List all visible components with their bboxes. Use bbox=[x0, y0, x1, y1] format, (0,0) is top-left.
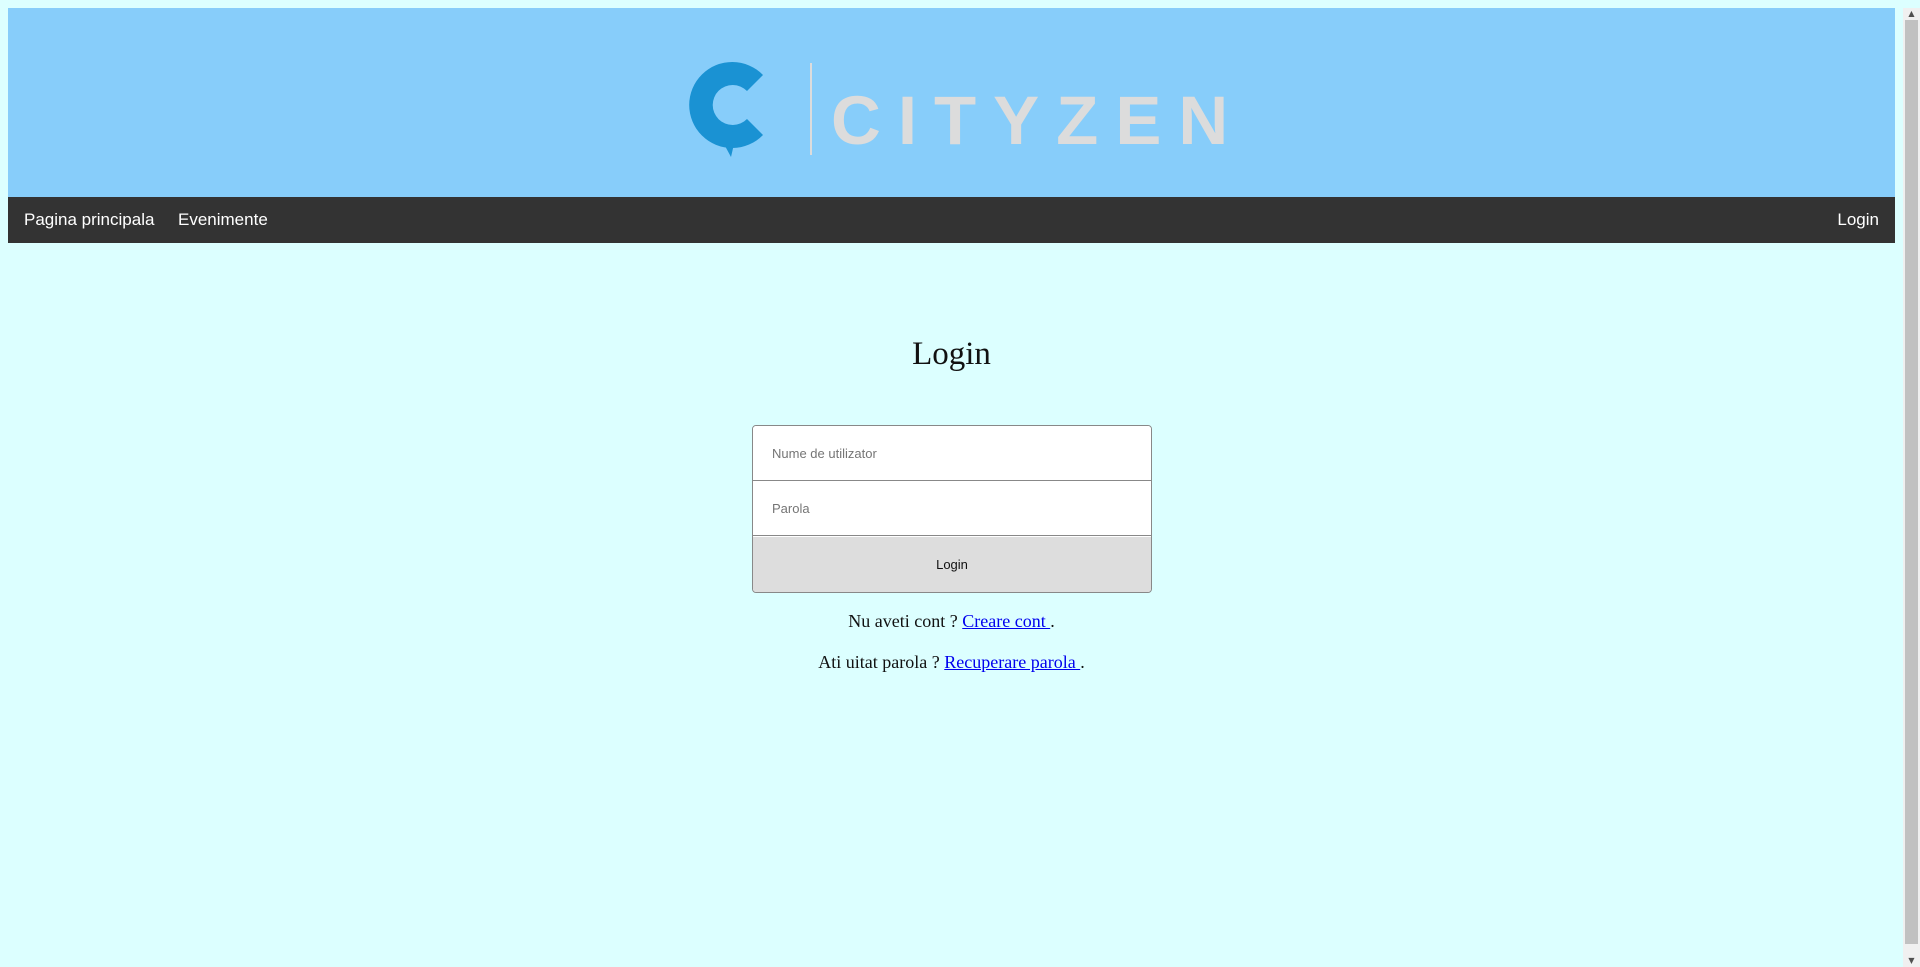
page-title: Login bbox=[912, 336, 991, 372]
top-navbar: Pagina principala Evenimente Login bbox=[8, 197, 1895, 243]
username-input[interactable] bbox=[753, 426, 1151, 481]
nav-home-link[interactable]: Pagina principala bbox=[24, 197, 154, 243]
no-account-text: Nu aveti cont ? bbox=[848, 611, 963, 631]
forgot-password-text: Ati uitat parola ? bbox=[818, 652, 945, 672]
logo-wordmark: CITYZEN bbox=[831, 82, 1243, 159]
scroll-down-icon[interactable]: ▼ bbox=[1903, 955, 1920, 967]
cityzen-logo[interactable]: CITYZEN bbox=[673, 53, 1243, 163]
nav-events-link[interactable]: Evenimente bbox=[178, 197, 268, 243]
period: . bbox=[1050, 611, 1055, 631]
recover-password-link[interactable]: Recuperare parola bbox=[944, 652, 1080, 672]
create-account-prompt: Nu aveti cont ? Creare cont . bbox=[0, 611, 1903, 632]
logo-divider bbox=[810, 63, 812, 155]
create-account-link[interactable]: Creare cont bbox=[962, 611, 1050, 631]
page: CITYZEN Pagina principala Evenimente Log… bbox=[0, 0, 1920, 967]
nav-login-link[interactable]: Login bbox=[1837, 197, 1879, 243]
vertical-scrollbar[interactable]: ▲ ▼ bbox=[1903, 8, 1920, 967]
login-button[interactable]: Login bbox=[753, 537, 1151, 592]
scroll-up-icon[interactable]: ▲ bbox=[1903, 8, 1920, 20]
scroll-thumb[interactable] bbox=[1905, 20, 1918, 944]
password-input[interactable] bbox=[753, 481, 1151, 536]
recover-password-prompt: Ati uitat parola ? Recuperare parola . bbox=[0, 652, 1903, 673]
login-form: Login bbox=[752, 425, 1152, 593]
site-header: CITYZEN bbox=[8, 8, 1895, 197]
period: . bbox=[1080, 652, 1085, 672]
